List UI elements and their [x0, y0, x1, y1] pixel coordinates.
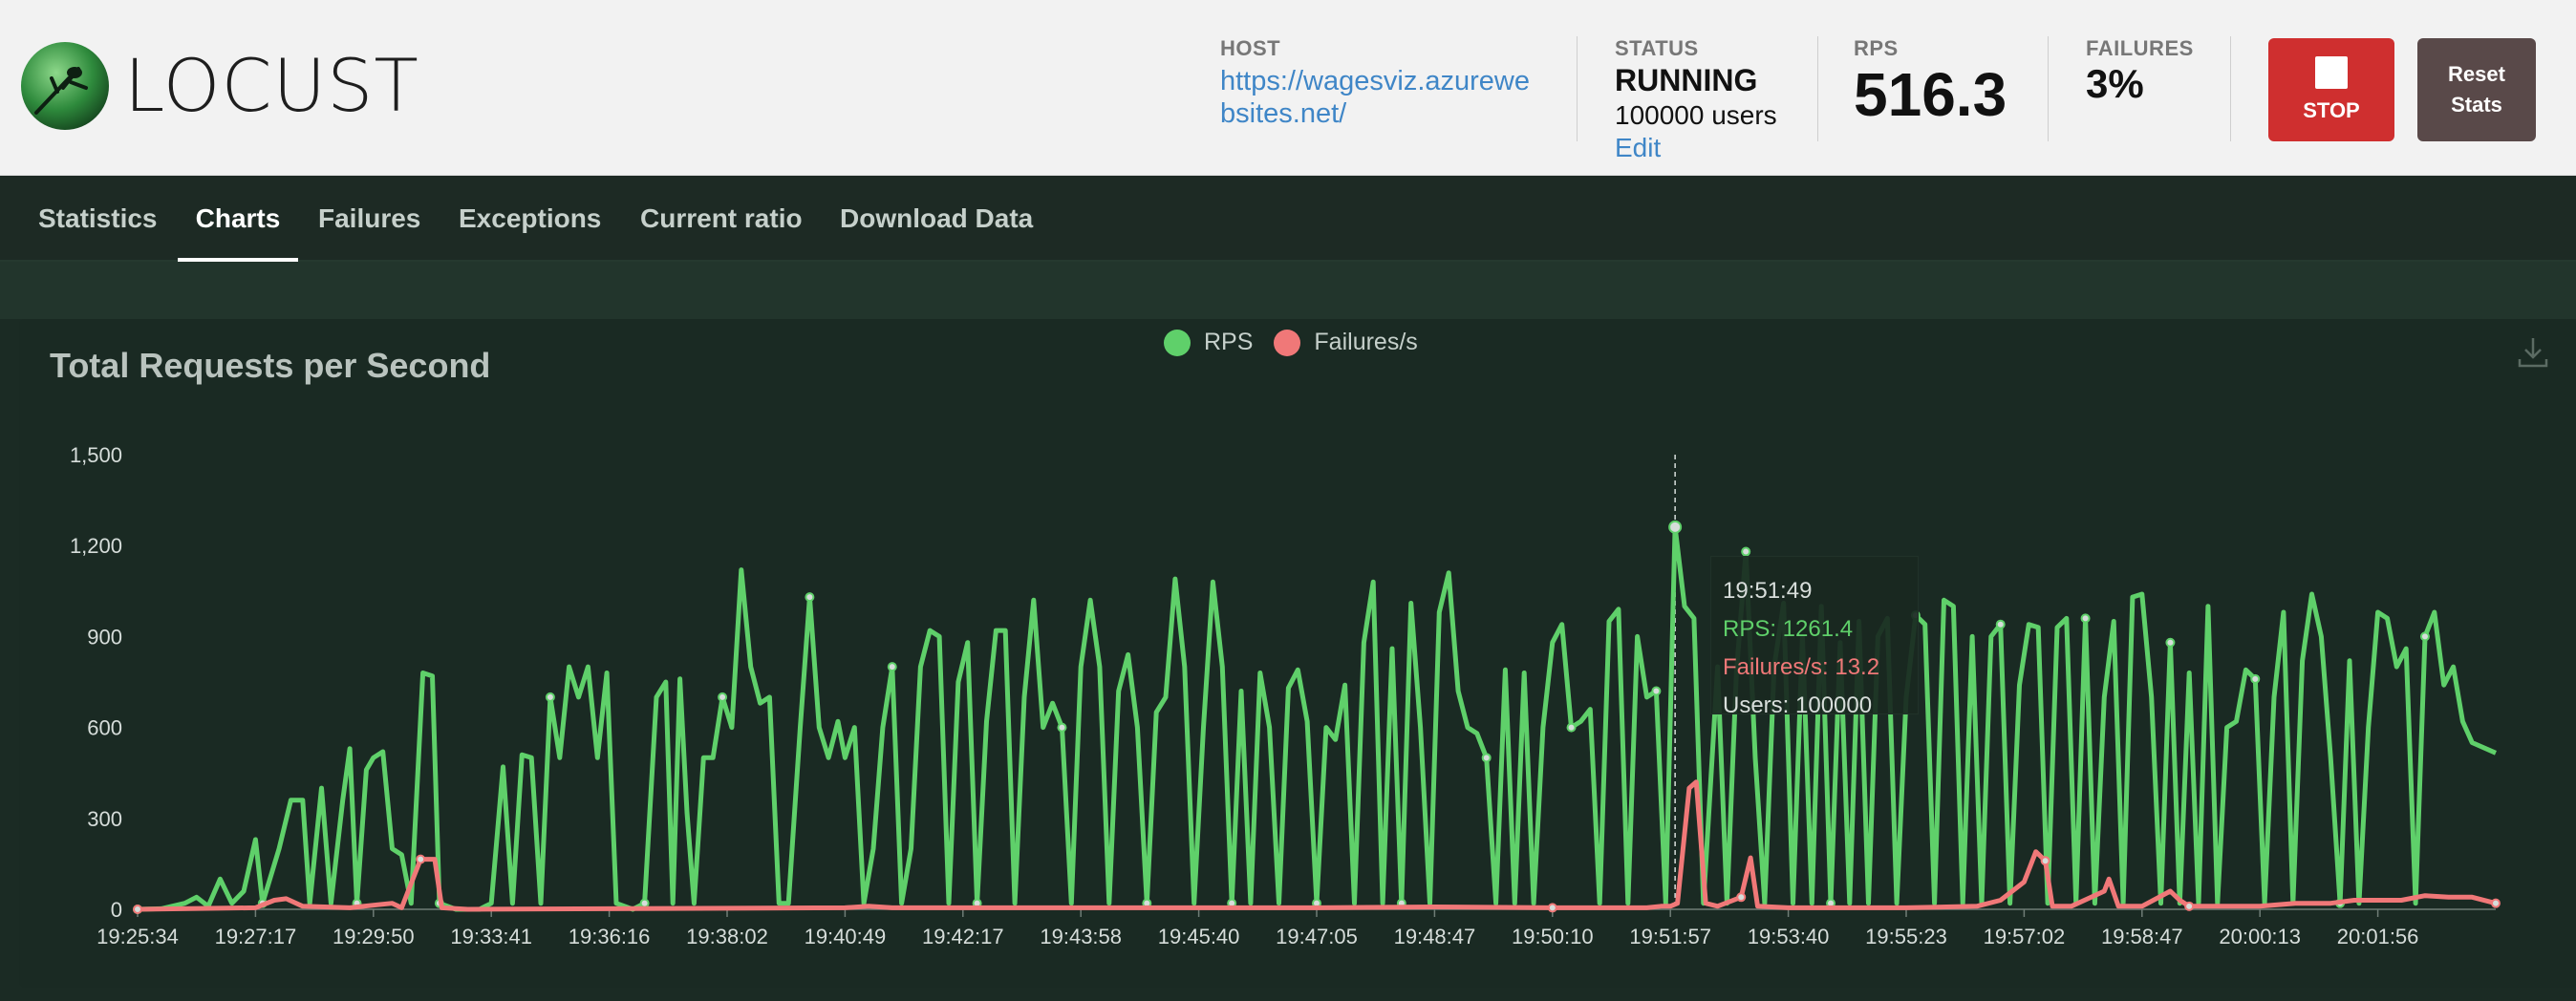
host-label: HOST	[1220, 36, 1281, 60]
tab-bar: Statistics Charts Failures Exceptions Cu…	[0, 176, 2576, 262]
rps-point	[805, 592, 815, 603]
rps-point	[2080, 613, 2091, 624]
users-count: 100000 users	[1615, 100, 1777, 130]
x-tick-label: 19:29:50	[333, 925, 415, 948]
x-tick-label: 19:38:02	[686, 925, 768, 948]
logo-text: LOCUST	[124, 43, 419, 128]
tab-statistics[interactable]: Statistics	[38, 176, 158, 262]
tooltip-users: Users: 100000	[1723, 692, 1873, 718]
failures-point	[2184, 901, 2195, 911]
x-tick-label: 19:50:10	[1512, 925, 1594, 948]
rps-series-line	[137, 524, 2498, 912]
x-tick-label: 20:00:13	[2219, 925, 2301, 948]
stop-label: STOP	[2303, 98, 2360, 122]
x-tick-label: 19:53:40	[1748, 925, 1830, 948]
tooltip-rps: RPS: 1261.4	[1723, 616, 1854, 642]
divider	[1577, 36, 1578, 141]
tab-download-data[interactable]: Download Data	[840, 176, 1033, 262]
rps-point	[1057, 722, 1067, 733]
failures-label: FAILURES	[2086, 36, 2194, 60]
top-header: LOCUST HOST https://wagesviz.azurewebsit…	[0, 0, 2576, 176]
divider	[2230, 36, 2231, 141]
x-tick-label: 19:57:02	[1984, 925, 2066, 948]
rps-point	[1566, 722, 1577, 733]
host-stat: HOST https://wagesviz.azurewebsites.net/	[1220, 36, 1545, 130]
tab-charts[interactable]: Charts	[178, 176, 298, 262]
failures-point	[2491, 898, 2501, 908]
x-tick-label: 19:33:41	[450, 925, 532, 948]
rps-point	[545, 692, 555, 702]
y-tick-label: 1,200	[70, 534, 122, 558]
y-tick-label: 600	[87, 716, 122, 740]
failures-point	[1547, 903, 1557, 913]
x-tick-label: 19:48:47	[1394, 925, 1476, 948]
stop-button[interactable]: STOP	[2268, 38, 2394, 141]
panel-strip	[0, 262, 2576, 319]
y-tick-label: 300	[87, 807, 122, 831]
tooltip-failures: Failures/s: 13.2	[1723, 654, 1880, 680]
reset-stats-button[interactable]: Reset Stats	[2417, 38, 2536, 141]
x-tick-label: 20:01:56	[2337, 925, 2419, 948]
failures-point	[416, 854, 426, 864]
x-tick-label: 19:42:17	[922, 925, 1004, 948]
rps-point	[2419, 631, 2430, 642]
x-tick-label: 19:25:34	[97, 925, 179, 948]
x-tick-label: 19:47:05	[1276, 925, 1358, 948]
divider	[2048, 36, 2049, 141]
x-tick-label: 19:55:23	[1865, 925, 1947, 948]
x-tick-label: 19:45:40	[1158, 925, 1240, 948]
rps-value: 516.3	[1854, 60, 2007, 129]
status-value: RUNNING	[1615, 63, 1758, 97]
tab-failures[interactable]: Failures	[318, 176, 420, 262]
chart-tooltip: 19:51:49 RPS: 1261.4 Failures/s: 13.2 Us…	[1710, 556, 1919, 718]
x-tick-label: 19:51:57	[1629, 925, 1711, 948]
x-tick-label: 19:40:49	[805, 925, 887, 948]
rps-point	[639, 898, 650, 908]
logo[interactable]: LOCUST	[19, 40, 419, 132]
divider	[1817, 36, 1818, 141]
rps-line-chart: 0 300 600 900 1,200 1,500 19:25:34 19:27:17 19:2…	[70, 443, 2501, 948]
rps-point	[887, 662, 897, 672]
rps-point	[1741, 546, 1751, 557]
tab-exceptions[interactable]: Exceptions	[459, 176, 601, 262]
failures-point	[133, 905, 142, 914]
rps-point	[1651, 686, 1662, 696]
rps-stat: RPS 516.3	[1854, 36, 2007, 130]
y-tick-label: 1,500	[70, 443, 122, 467]
x-tick-label: 19:27:17	[215, 925, 297, 948]
status-label: STATUS	[1615, 36, 1699, 60]
rps-point	[718, 692, 728, 702]
locust-app: LOCUST HOST https://wagesviz.azurewebsit…	[0, 0, 2576, 1001]
host-link[interactable]: https://wagesviz.azurewebsites.net/	[1220, 65, 1545, 130]
y-tick-label: 900	[87, 625, 122, 649]
tab-current-ratio[interactable]: Current ratio	[640, 176, 803, 262]
failures-point	[2040, 856, 2050, 866]
status-stat: STATUS RUNNING 100000 users Edit	[1615, 36, 1777, 163]
hover-point-rps	[1668, 520, 1683, 534]
edit-users-link[interactable]: Edit	[1615, 133, 1777, 163]
x-tick-label: 19:36:16	[569, 925, 651, 948]
failures-value: 3%	[2086, 61, 2144, 106]
stop-icon	[2315, 56, 2348, 89]
rps-point	[1995, 619, 2006, 629]
y-tick-label: 0	[111, 898, 122, 922]
rps-chart-card: Total Requests per Second RPS Failures/s…	[19, 319, 2576, 988]
rps-label: RPS	[1854, 36, 1899, 60]
failures-stat: FAILURES 3%	[2086, 36, 2194, 107]
tooltip-time: 19:51:49	[1723, 578, 1813, 604]
rps-point	[1481, 753, 1492, 763]
reset-stats-label: Reset Stats	[2448, 62, 2505, 117]
x-tick-label: 19:58:47	[2101, 925, 2183, 948]
locust-logo-icon	[21, 42, 109, 130]
rps-point	[2250, 673, 2261, 684]
x-tick-label: 19:43:58	[1040, 925, 1122, 948]
failures-point	[1736, 892, 1747, 903]
rps-point	[2165, 637, 2176, 648]
